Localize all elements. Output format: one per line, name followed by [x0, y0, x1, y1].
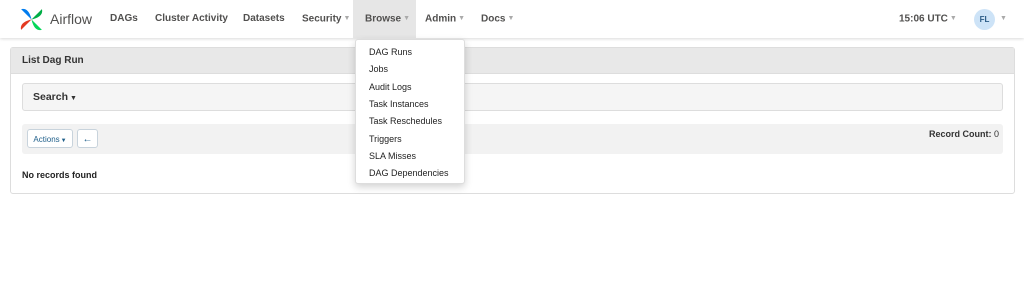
nav-datasets[interactable]: Datasets [243, 0, 285, 38]
chevron-down-icon: ▼ [458, 15, 466, 22]
menu-item-dag-dependencies[interactable]: DAG Dependencies [369, 166, 449, 180]
arrow-left-icon: ← [82, 134, 93, 145]
search-toggle[interactable]: Search ▼ [33, 84, 77, 112]
timezone-dropdown[interactable]: 15:06 UTC ▼ [899, 0, 957, 38]
brand-name: Airflow [50, 11, 93, 27]
menu-item-task-reschedules[interactable]: Task Reschedules [369, 114, 442, 128]
record-count-label: Record Count: [928, 129, 992, 139]
current-time: 15:06 UTC [899, 13, 948, 25]
caret-down-icon: ▼ [70, 95, 77, 102]
menu-item-triggers[interactable]: Triggers [369, 132, 402, 146]
nav-dags[interactable]: DAGs [110, 0, 138, 38]
actions-label: Actions [33, 135, 60, 144]
nav-docs[interactable]: Docs ▼ [481, 0, 514, 38]
user-initials: FL [979, 15, 990, 24]
nav-admin[interactable]: Admin ▼ [425, 0, 465, 38]
chevron-down-icon: ▼ [507, 15, 515, 22]
airflow-pinwheel-icon [20, 8, 43, 30]
nav-docs-label: Docs [481, 13, 506, 25]
panel-title: List Dag Run [11, 48, 1014, 74]
caret-down-icon: ▼ [60, 138, 67, 144]
nav-browse-label: Browse [365, 13, 402, 25]
menu-item-jobs[interactable]: Jobs [369, 62, 388, 76]
nav-admin-label: Admin [425, 13, 457, 25]
chevron-down-icon: ▼ [403, 15, 411, 22]
list-dag-run-panel: List Dag Run Search ▼ Actions▼ ← Record C… [10, 47, 1015, 194]
user-menu-toggle[interactable]: ▼ [998, 0, 1007, 38]
nav-security[interactable]: Security ▼ [302, 0, 350, 38]
chevron-down-icon: ▼ [949, 15, 957, 22]
nav-browse[interactable]: Browse ▼ [353, 0, 416, 38]
record-count-value: 0 [993, 129, 999, 139]
chevron-down-icon: ▼ [343, 15, 351, 22]
list-toolbar: Actions▼ ← Record Count: 0 [22, 124, 1003, 154]
search-bar[interactable]: Search ▼ [22, 83, 1003, 111]
nav-cluster-activity[interactable]: Cluster Activity [155, 0, 228, 38]
brand-home-link[interactable]: Airflow [19, 5, 92, 33]
chevron-down-icon: ▼ [1000, 15, 1007, 22]
nav-datasets-label: Datasets [243, 13, 285, 24]
actions-button[interactable]: Actions▼ [27, 129, 73, 148]
top-navbar: Airflow DAGs Cluster Activity Datasets S… [0, 0, 1024, 38]
nav-dags-label: DAGs [110, 13, 138, 24]
menu-item-sla-misses[interactable]: SLA Misses [369, 149, 416, 163]
nav-cluster-activity-label: Cluster Activity [155, 13, 228, 24]
menu-item-audit-logs[interactable]: Audit Logs [369, 80, 412, 94]
user-avatar[interactable]: FL [974, 9, 995, 30]
back-button[interactable]: ← [77, 129, 98, 148]
search-label: Search [33, 91, 69, 103]
nav-security-label: Security [302, 13, 342, 25]
record-count: Record Count: 0 [929, 129, 999, 139]
menu-item-task-instances[interactable]: Task Instances [369, 97, 429, 111]
browse-dropdown-menu: DAG Runs Jobs Audit Logs Task Instances … [355, 39, 465, 184]
empty-message: No records found [22, 170, 98, 180]
menu-item-dag-runs[interactable]: DAG Runs [369, 45, 412, 59]
